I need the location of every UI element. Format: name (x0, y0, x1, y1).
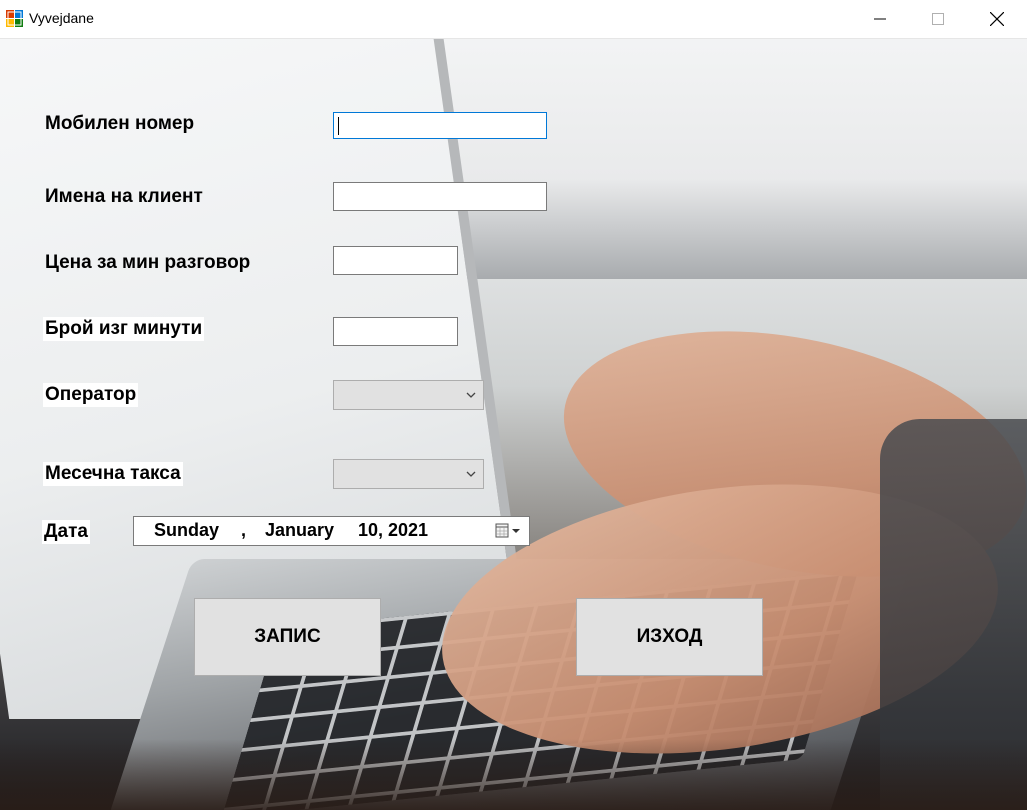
minimize-button[interactable] (851, 0, 909, 38)
exit-button[interactable]: ИЗХОД (576, 598, 763, 676)
date-day-year[interactable]: 10, 2021 (358, 520, 428, 541)
minimize-icon (874, 18, 886, 20)
monthly-fee-dropdown[interactable] (333, 459, 484, 489)
app-window: Vyvejdane Мобилен номер Имена на клиент … (0, 0, 1027, 810)
close-button[interactable] (968, 0, 1026, 38)
window-title: Vyvejdane (29, 10, 94, 26)
mobile-number-label: Мобилен номер (45, 113, 195, 134)
price-per-minute-label: Цена за мин разговор (45, 252, 251, 273)
text-caret (338, 117, 339, 135)
date-picker[interactable]: Sunday , January 10, 2021 (133, 516, 530, 546)
calendar-icon[interactable] (495, 523, 523, 539)
date-weekday[interactable]: Sunday (154, 520, 219, 541)
mobile-number-input[interactable] (333, 112, 547, 139)
close-icon (990, 12, 1004, 26)
background-monitor (420, 39, 1027, 279)
form-client-area: Мобилен номер Имена на клиент Цена за ми… (0, 39, 1027, 810)
date-separator: , (241, 520, 247, 540)
client-name-label: Имена на клиент (45, 186, 203, 207)
operator-label: Оператор (43, 383, 139, 407)
app-icon (6, 10, 23, 27)
price-per-minute-input[interactable] (333, 246, 458, 275)
maximize-icon (932, 13, 944, 25)
chevron-down-icon (466, 471, 476, 477)
monthly-fee-label: Месечна такса (43, 462, 183, 486)
chevron-down-icon (466, 392, 476, 398)
date-month[interactable]: January (265, 520, 334, 541)
operator-dropdown[interactable] (333, 380, 484, 410)
minutes-used-label: Брой изг минути (43, 317, 205, 341)
date-label: Дата (42, 520, 90, 544)
minutes-used-input[interactable] (333, 317, 458, 346)
save-button[interactable]: ЗАПИС (194, 598, 381, 676)
client-name-input[interactable] (333, 182, 547, 211)
background-desk (0, 739, 1027, 810)
maximize-button[interactable] (909, 0, 967, 38)
title-bar[interactable]: Vyvejdane (0, 0, 1027, 39)
